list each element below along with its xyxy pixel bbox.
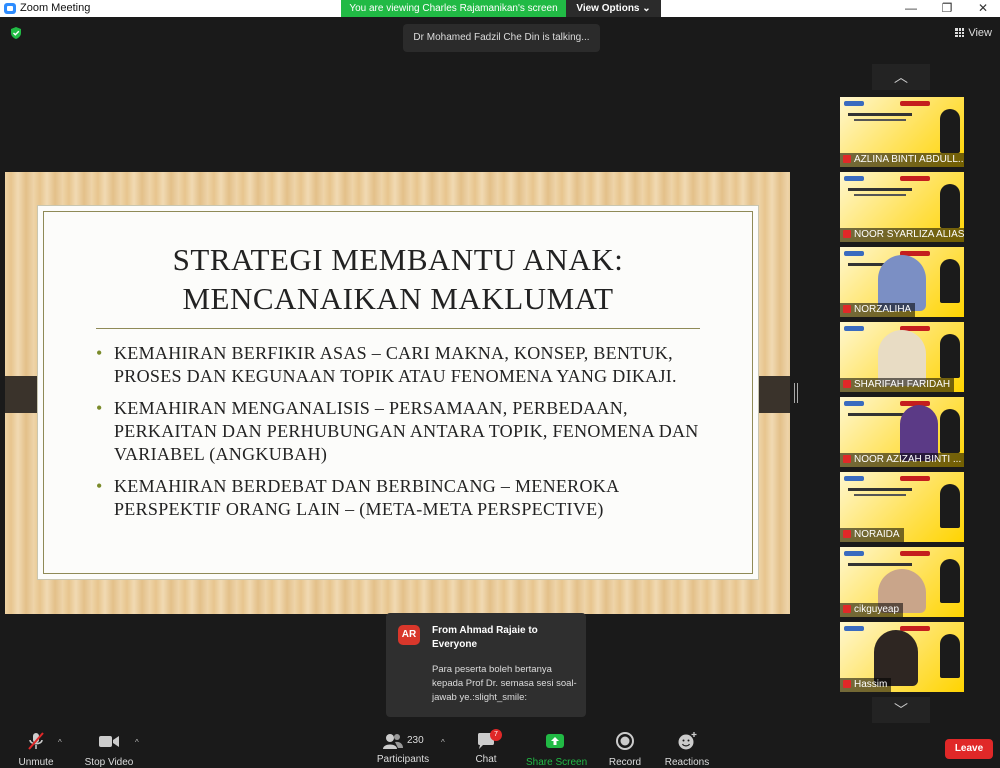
sender-avatar: AR	[398, 625, 420, 645]
participant-count: 230	[407, 735, 424, 746]
leave-button[interactable]: Leave	[945, 739, 993, 759]
view-options-button[interactable]: View Options ⌄	[566, 0, 661, 17]
muted-microphone-icon	[28, 732, 44, 750]
chat-label: Chat	[475, 754, 497, 765]
participant-name: Hassim	[840, 678, 892, 692]
restore-icon[interactable]: ❐	[932, 0, 962, 17]
muted-mic-icon	[843, 605, 851, 613]
participant-name: AZLINA BINTI ABDULL...	[840, 153, 964, 167]
unmute-label: Unmute	[18, 757, 54, 768]
chat-message: Para peserta boleh bertanya kepada Prof …	[432, 664, 577, 703]
slide-bullet: KEMAHIRAN BERDEBAT DAN BERBINCANG – MENE…	[96, 475, 716, 521]
record-icon	[616, 732, 634, 750]
participant-tile[interactable]: AZLINA BINTI ABDULL...	[840, 97, 964, 167]
muted-mic-icon	[843, 155, 851, 163]
chat-sender: From Ahmad Rajaie to Everyone	[432, 625, 538, 650]
stop-video-label: Stop Video	[84, 757, 134, 768]
slide-title-line1: STRATEGI MEMBANTU ANAK:	[172, 242, 624, 277]
gallery-scroll-up-button[interactable]: ︿	[872, 64, 930, 90]
record-label: Record	[608, 757, 642, 768]
minimize-icon[interactable]: —	[896, 0, 926, 17]
record-button[interactable]: Record	[606, 724, 644, 768]
slide-title-line2: MENCANAIKAN MAKLUMAT	[182, 281, 614, 316]
participant-name: SHARIFAH FARIDAH	[840, 378, 955, 392]
participant-tile[interactable]: NORZALIHA	[840, 247, 964, 317]
slide-bullet-list: KEMAHIRAN BERFIKIR ASAS – CARI MAKNA, KO…	[96, 342, 716, 530]
share-screen-icon	[546, 734, 564, 748]
muted-mic-icon	[843, 680, 851, 688]
viewing-banner: You are viewing Charles Rajamanikan's sc…	[341, 0, 566, 17]
slide-divider	[96, 328, 700, 329]
slide-content-panel: STRATEGI MEMBANTU ANAK: MENCANAIKAN MAKL…	[37, 205, 759, 580]
view-button-label: View	[968, 27, 992, 39]
active-speaker-label: Dr Mohamed Fadzil Che Din is talking...	[403, 24, 600, 52]
share-screen-button[interactable]: Share Screen	[526, 724, 588, 768]
participant-tile[interactable]: Hassim	[840, 622, 964, 692]
muted-mic-icon	[843, 230, 851, 238]
stop-video-button[interactable]: Stop Video	[82, 724, 136, 768]
participants-button[interactable]: 230 Participants	[374, 724, 432, 767]
participant-name: NOOR AZIZAH BINTI ...	[840, 453, 964, 467]
chat-notification[interactable]: AR From Ahmad Rajaie to Everyone Para pe…	[386, 613, 586, 717]
muted-mic-icon	[843, 305, 851, 313]
zoom-logo-icon	[4, 3, 16, 14]
window-title: Zoom Meeting	[20, 2, 91, 14]
slide-bullet: KEMAHIRAN BERFIKIR ASAS – CARI MAKNA, KO…	[96, 342, 716, 388]
chevron-up-icon: ︿	[894, 69, 908, 85]
participants-icon	[383, 734, 403, 749]
muted-mic-icon	[843, 530, 851, 538]
participants-label: Participants	[376, 754, 430, 765]
participant-tile[interactable]: NOOR AZIZAH BINTI ...	[840, 397, 964, 467]
gallery-scroll-down-button[interactable]: ﹀	[872, 697, 930, 723]
participant-name: NOOR SYARLIZA ALIAS	[840, 228, 964, 242]
muted-mic-icon	[843, 455, 851, 463]
video-camera-icon	[99, 736, 119, 747]
chat-unread-badge: 7	[490, 729, 502, 741]
meeting-toolbar: Unmute ^ Stop Video ^ 230 Participants ^…	[0, 724, 1000, 768]
reactions-button[interactable]: Reactions	[664, 724, 710, 768]
participants-options-chevron-icon[interactable]: ^	[441, 738, 445, 747]
audio-options-chevron-icon[interactable]: ^	[58, 738, 62, 747]
participant-tile[interactable]: NORAIDA	[840, 472, 964, 542]
slide-bullet: KEMAHIRAN MENGANALISIS – PERSAMAAN, PERB…	[96, 397, 716, 466]
reactions-label: Reactions	[664, 757, 710, 768]
share-screen-label: Share Screen	[526, 757, 588, 768]
participant-tile[interactable]: SHARIFAH FARIDAH	[840, 322, 964, 392]
participant-tile[interactable]: cikguyeap	[840, 547, 964, 617]
shared-screen-slide: STRATEGI MEMBANTU ANAK: MENCANAIKAN MAKL…	[5, 172, 790, 614]
chat-button[interactable]: 7 Chat	[470, 724, 502, 767]
unmute-button[interactable]: Unmute	[14, 724, 58, 768]
chevron-down-icon: ﹀	[894, 702, 908, 718]
close-icon[interactable]: ✕	[968, 0, 998, 17]
participant-name: cikguyeap	[840, 603, 904, 617]
security-shield-icon[interactable]	[10, 27, 22, 39]
participant-tile[interactable]: NOOR SYARLIZA ALIAS	[840, 172, 964, 242]
grid-view-icon	[955, 28, 965, 37]
video-options-chevron-icon[interactable]: ^	[135, 738, 139, 747]
participant-name: NORAIDA	[840, 528, 904, 542]
smiley-icon	[678, 732, 697, 750]
slide-title: STRATEGI MEMBANTU ANAK: MENCANAIKAN MAKL…	[38, 240, 758, 318]
view-button[interactable]: View	[955, 27, 992, 39]
muted-mic-icon	[843, 380, 851, 388]
split-drag-handle[interactable]	[794, 383, 798, 403]
participant-name: NORZALIHA	[840, 303, 916, 317]
